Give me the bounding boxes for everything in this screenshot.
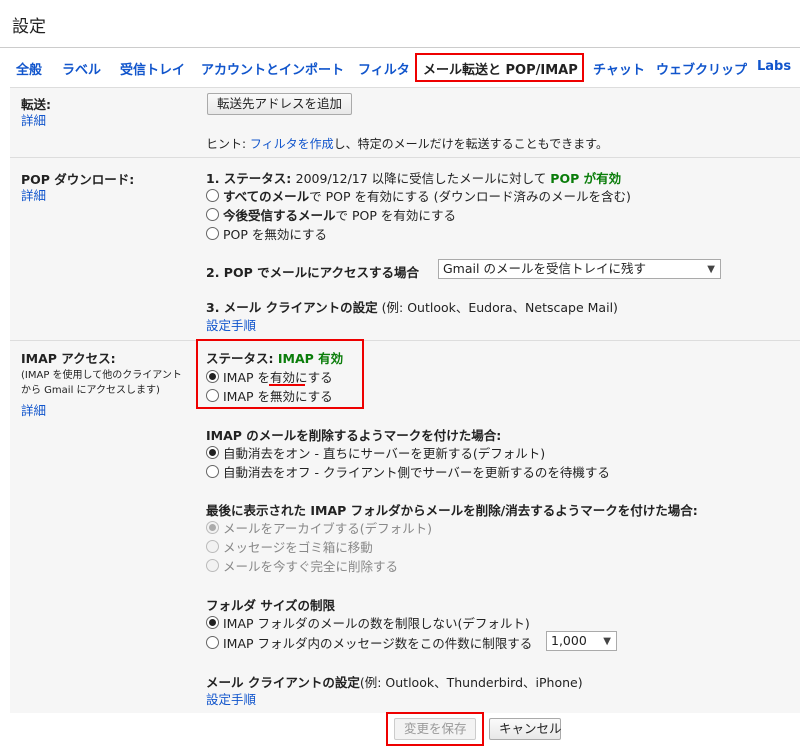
radio-icon[interactable] bbox=[206, 540, 219, 553]
imap-setup-link[interactable]: 設定手順 bbox=[206, 689, 256, 708]
imap-expunge-heading: 最後に表示された IMAP フォルダからメールを削除/消去するようマークを付けた… bbox=[206, 503, 698, 518]
imap-status-value: IMAP 有効 bbox=[277, 351, 344, 366]
radio-icon[interactable] bbox=[206, 370, 219, 383]
folder-limit-option[interactable]: IMAP フォルダ内のメッセージ数をこの件数に制限する bbox=[206, 633, 532, 652]
tabs-divider bbox=[0, 47, 800, 48]
radio-icon[interactable] bbox=[206, 521, 219, 534]
pop-client-settings: 3. メール クライアントの設定 (例: Outlook、Eudora、Nets… bbox=[206, 297, 618, 316]
radio-icon[interactable] bbox=[206, 616, 219, 629]
folder-size-heading: フォルダ サイズの制限 bbox=[206, 598, 335, 613]
tab-accounts-import[interactable]: アカウントとインポート bbox=[201, 59, 344, 78]
pop-setup-link[interactable]: 設定手順 bbox=[206, 315, 256, 334]
tab-web-clips[interactable]: ウェブクリップ bbox=[656, 59, 747, 78]
expunge-delete-option[interactable]: メールを今すぐ完全に削除する bbox=[206, 556, 398, 575]
radio-icon[interactable] bbox=[206, 465, 219, 478]
pop-option-all-text: で POP を有効にする (ダウンロード済みのメールを含む) bbox=[309, 189, 631, 204]
pop-status-prefix: 1. ステータス: bbox=[206, 171, 296, 186]
radio-icon[interactable] bbox=[206, 189, 219, 202]
tab-forwarding-pop-imap[interactable]: メール転送と POP/IMAP bbox=[423, 59, 578, 78]
pop-access-value: Gmail のメールを受信トレイに残す bbox=[443, 261, 646, 276]
cancel-button[interactable]: キャンセル bbox=[489, 718, 562, 740]
imap-section: IMAP アクセス: (IMAP を使用して他のクライアントから Gmail に… bbox=[10, 340, 800, 713]
expunge-trash-option[interactable]: メッセージをゴミ箱に移動 bbox=[206, 537, 373, 556]
pop-option-future-text: で POP を有効にする bbox=[335, 208, 457, 223]
folder-no-limit-option[interactable]: IMAP フォルダのメールの数を制限しない(デフォルト) bbox=[206, 613, 530, 632]
expunge-archive-text: メールをアーカイブする(デフォルト) bbox=[223, 521, 433, 536]
auto-expunge-on-text: 自動消去をオン - 直ちにサーバーを更新する(デフォルト) bbox=[223, 446, 546, 461]
chevron-down-icon: ▼ bbox=[707, 264, 715, 275]
pop-option-all[interactable]: すべてのメールで POP を有効にする (ダウンロード済みのメールを含む) bbox=[206, 186, 631, 205]
chevron-down-icon: ▼ bbox=[603, 636, 611, 647]
pop-detail-link[interactable]: 詳細 bbox=[21, 185, 46, 204]
imap-detail-link[interactable]: 詳細 bbox=[21, 400, 46, 419]
pop-status-text: 2009/12/17 以降に受信したメールに対して bbox=[295, 171, 551, 186]
expunge-trash-text: メッセージをゴミ箱に移動 bbox=[223, 540, 373, 555]
auto-expunge-off-option[interactable]: 自動消去をオフ - クライアント側でサーバーを更新するのを待機する bbox=[206, 462, 610, 481]
pop-access-label: 2. POP でメールにアクセスする場合 bbox=[206, 265, 419, 280]
pop-option-future-bold: 今後受信するメール bbox=[223, 208, 336, 223]
imap-delete-heading: IMAP のメールを削除するようマークを付けた場合: bbox=[206, 428, 502, 443]
imap-disable-text: IMAP を無効にする bbox=[223, 389, 333, 404]
radio-icon[interactable] bbox=[206, 227, 219, 240]
folder-limit-select[interactable]: 1,000 ▼ bbox=[546, 631, 617, 651]
pop-option-disable[interactable]: POP を無効にする bbox=[206, 224, 327, 243]
tab-chat[interactable]: チャット bbox=[593, 59, 645, 78]
folder-limit-value: 1,000 bbox=[551, 633, 587, 648]
pop-status-value: POP が有効 bbox=[550, 171, 622, 186]
pop-section: POP ダウンロード: 詳細 1. ステータス: 2009/12/17 以降に受… bbox=[10, 157, 800, 340]
auto-expunge-off-text: 自動消去をオフ - クライアント側でサーバーを更新するのを待機する bbox=[223, 465, 610, 480]
pop-access-select[interactable]: Gmail のメールを受信トレイに残す ▼ bbox=[438, 259, 721, 279]
imap-client-examples: (例: Outlook、Thunderbird、iPhone) bbox=[359, 675, 583, 690]
radio-icon[interactable] bbox=[206, 636, 219, 649]
forwarding-section: 転送: 詳細 転送先アドレスを追加 ヒント: フィルタを作成し、特定のメールだけ… bbox=[10, 87, 800, 157]
expunge-archive-option[interactable]: メールをアーカイブする(デフォルト) bbox=[206, 518, 432, 537]
tab-general[interactable]: 全般 bbox=[16, 59, 42, 78]
imap-client-settings: メール クライアントの設定(例: Outlook、Thunderbird、iPh… bbox=[206, 672, 583, 691]
auto-expunge-on-option[interactable]: 自動消去をオン - 直ちにサーバーを更新する(デフォルト) bbox=[206, 443, 545, 462]
add-forwarding-address-button[interactable]: 転送先アドレスを追加 bbox=[207, 93, 353, 115]
save-changes-button[interactable]: 変更を保存 bbox=[394, 718, 476, 740]
tab-inbox[interactable]: 受信トレイ bbox=[120, 59, 185, 78]
imap-status: ステータス: IMAP 有効 bbox=[206, 348, 343, 367]
imap-client-label: メール クライアントの設定 bbox=[206, 675, 360, 690]
tab-labels[interactable]: ラベル bbox=[62, 59, 101, 78]
tab-filters[interactable]: フィルタ bbox=[358, 59, 410, 78]
imap-disable-option[interactable]: IMAP を無効にする bbox=[206, 386, 333, 405]
create-filter-link[interactable]: フィルタを作成 bbox=[250, 137, 334, 151]
pop-client-examples: (例: Outlook、Eudora、Netscape Mail) bbox=[377, 300, 618, 315]
imap-status-prefix: ステータス: bbox=[206, 351, 278, 366]
pop-client-label: 3. メール クライアントの設定 bbox=[206, 300, 378, 315]
pop-option-future[interactable]: 今後受信するメールで POP を有効にする bbox=[206, 205, 456, 224]
folder-limit-text: IMAP フォルダ内のメッセージ数をこの件数に制限する bbox=[223, 636, 533, 651]
radio-icon[interactable] bbox=[206, 559, 219, 572]
tab-labs[interactable]: Labs bbox=[757, 59, 791, 74]
folder-no-limit-text: IMAP フォルダのメールの数を制限しない(デフォルト) bbox=[223, 616, 530, 631]
expunge-delete-text: メールを今すぐ完全に削除する bbox=[223, 559, 399, 574]
radio-icon[interactable] bbox=[206, 208, 219, 221]
radio-icon[interactable] bbox=[206, 389, 219, 402]
forwarding-hint: ヒント: フィルタを作成し、特定のメールだけを転送することもできます。 bbox=[206, 135, 608, 152]
pop-option-disable-text: POP を無効にする bbox=[223, 227, 328, 242]
radio-icon[interactable] bbox=[206, 446, 219, 459]
pop-status: 1. ステータス: 2009/12/17 以降に受信したメールに対して POP … bbox=[206, 168, 621, 187]
forwarding-detail-link[interactable]: 詳細 bbox=[21, 110, 46, 129]
hint-prefix: ヒント: bbox=[206, 137, 250, 151]
imap-label: IMAP アクセス: bbox=[21, 351, 116, 366]
hint-suffix: し、特定のメールだけを転送することもできます。 bbox=[333, 137, 608, 151]
page-title: 設定 bbox=[12, 17, 46, 37]
enable-underline-highlight bbox=[269, 384, 305, 386]
pop-option-all-bold: すべてのメール bbox=[223, 189, 310, 204]
imap-description: (IMAP を使用して他のクライアントから Gmail にアクセスします) bbox=[21, 370, 182, 396]
